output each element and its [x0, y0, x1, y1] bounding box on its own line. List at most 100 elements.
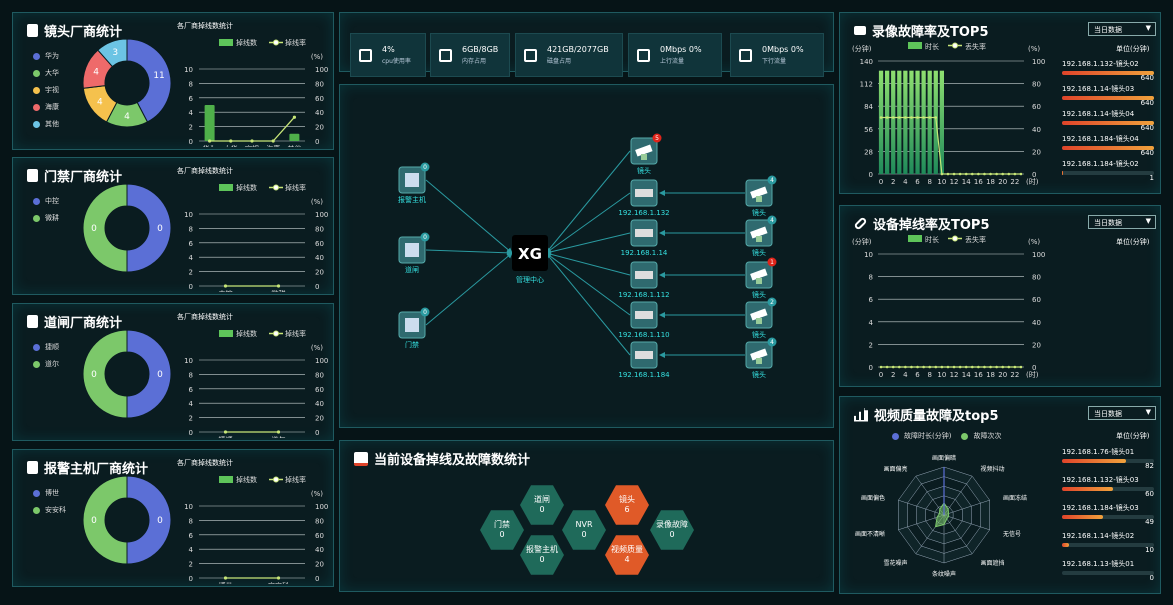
legend-line-dot: [952, 235, 958, 242]
topology-mid-node-label: 192.168.1.132: [618, 209, 669, 217]
top-item-bar: [1062, 146, 1154, 150]
top-item-bar: [1062, 459, 1154, 463]
y2-unit: (%): [1028, 45, 1040, 53]
y2-unit: (%): [1028, 238, 1040, 246]
y-tick: 56: [864, 126, 873, 134]
memory-icon: [439, 48, 452, 62]
radar-label: 画面冻结: [1003, 494, 1027, 502]
y2-tick: 20: [315, 415, 324, 423]
legend-label: 中控: [45, 197, 59, 205]
top-item: 192.168.1.14-镜头04 640: [1062, 109, 1154, 132]
camera-mount: [756, 196, 762, 202]
fault-hex-4[interactable]: 录像故障 0: [650, 510, 694, 550]
y2-tick: 0: [315, 575, 319, 583]
record-date-dropdown[interactable]: 当日数据: [1088, 22, 1156, 36]
y-tick: 28: [864, 148, 873, 156]
y2-unit: (%): [311, 344, 323, 352]
door-icon: [27, 169, 38, 182]
donut-slice: [82, 329, 128, 419]
vendor-bar-chart: 掉线数 掉线率 (%) 10 100 8 80 6 60 4 40 2 20 0 0 中控 微耕: [184, 183, 328, 292]
bar: [891, 70, 896, 174]
fault-hex-0[interactable]: 道闸 0: [520, 485, 564, 525]
top-item-value: 82: [1145, 462, 1154, 470]
legend-label: 大华: [45, 69, 59, 77]
node-badge-count: 4: [770, 177, 774, 184]
line-series: [881, 116, 1021, 175]
line-point: [964, 172, 968, 176]
vendor-donut: 00: [82, 183, 172, 273]
legend-dot: [33, 214, 40, 222]
fault-hex-6[interactable]: 视频质量 4: [605, 535, 649, 575]
fault-hex-3[interactable]: NVR 0: [562, 510, 606, 550]
line-point: [904, 365, 907, 369]
line-point: [983, 365, 986, 369]
top-item-fill: [1062, 487, 1113, 491]
legend-item: 捷顺: [33, 342, 59, 352]
y2-tick: 100: [315, 357, 328, 365]
legend-bar-swatch: [219, 330, 233, 337]
top-item-bar: [1062, 121, 1154, 125]
cpu-icon: [359, 48, 372, 62]
stat-value: 0Mbps 0%: [762, 45, 804, 54]
top-item-value: 640: [1140, 124, 1154, 132]
y-tick: 10: [184, 357, 193, 365]
y2-unit: (%): [311, 490, 323, 498]
legend-bar-label: 掉线数: [236, 475, 257, 484]
legend-line-label: 掉线率: [285, 329, 306, 338]
node-badge-count: 4: [770, 339, 774, 346]
x-unit: (时): [1026, 177, 1039, 186]
y2-tick: 80: [315, 371, 324, 379]
line-point: [922, 116, 925, 119]
bar: [878, 70, 884, 174]
y-tick: 6: [189, 532, 194, 540]
y2-tick: 40: [1032, 126, 1041, 134]
topology-link: [545, 252, 631, 356]
y2-tick: 20: [315, 269, 324, 277]
vendor-panel-3: 报警主机厂商统计 博世 安安科 0 0 各厂商掉线数统计 掉线数 掉线率 (%) 10 100 8 80…: [12, 449, 334, 587]
legend-bar-label: 掉线数: [236, 183, 257, 192]
stat-text: 0Mbps 0% 上行流量: [660, 45, 702, 65]
topology-mid-node-label: 镜头: [637, 166, 651, 175]
camera-mount: [756, 278, 762, 284]
fault-hex-2[interactable]: 门禁 0: [480, 510, 524, 550]
quality-date-dropdown[interactable]: 当日数据: [1088, 406, 1156, 420]
fault-hex-5[interactable]: 报警主机 0: [520, 535, 564, 575]
donut-slice: [126, 329, 172, 419]
legend-bar-label: 掉线数: [236, 38, 257, 47]
line-point: [952, 172, 956, 176]
y-tick: 0: [189, 429, 193, 437]
offline-date-dropdown[interactable]: 当日数据: [1088, 215, 1156, 229]
topology-left-node-label: 道闸: [405, 265, 419, 274]
fault-hex-1[interactable]: 镜头 6: [605, 485, 649, 525]
y2-tick: 40: [315, 400, 324, 408]
donut-label: 4: [124, 112, 130, 122]
top-item-name: 192.168.1.14-镜头02: [1062, 532, 1135, 540]
top-item-name: 192.168.1.14-镜头03: [1062, 85, 1135, 93]
barrier-icon: [27, 315, 38, 328]
radar-label: 雪花噪声: [884, 559, 908, 567]
line-point: [916, 365, 919, 369]
top-item-bar: [1062, 171, 1154, 175]
y2-tick: 100: [315, 503, 328, 511]
x-tick: 0: [879, 178, 883, 186]
nvr-icon: [635, 189, 653, 197]
topology-link: [545, 252, 631, 316]
stat-value: 4%: [382, 45, 395, 54]
stat-card: 0Mbps 0% 下行流量: [730, 33, 824, 77]
x-tick: 6: [915, 178, 920, 186]
x-tick: 22: [1010, 178, 1019, 186]
x-tick: 其他: [287, 144, 301, 147]
fault-value: 6: [624, 505, 630, 514]
y-tick: 8: [189, 371, 193, 379]
legend-item: 华为: [33, 51, 59, 61]
center-logo: XG: [518, 245, 542, 263]
x-tick: 宇视: [245, 144, 259, 147]
stat-text: 0Mbps 0% 下行流量: [762, 45, 804, 65]
topology-mid-node-label: 192.168.1.14: [621, 249, 668, 257]
top-item: 192.168.1.14-镜头03 640: [1062, 84, 1154, 107]
top-item-bar: [1062, 71, 1154, 75]
vendor-chart-title: 各厂商掉线数统计: [177, 22, 233, 30]
topology-right-node-label: 镜头: [752, 330, 766, 339]
y2-tick: 100: [315, 66, 328, 74]
line-point: [946, 172, 950, 176]
